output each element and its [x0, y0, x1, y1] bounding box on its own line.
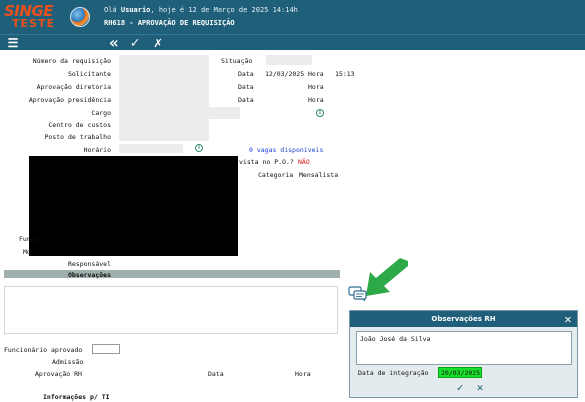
greeting-prefix: Olá — [104, 6, 117, 14]
observacoes-textarea[interactable] — [4, 286, 338, 334]
greeting: Olá Usuario, hoje é 12 de Março de 2025 … — [104, 6, 298, 14]
vagas-text: 0 vagas disponíveis — [249, 146, 324, 154]
categoria-label: Categoria — [258, 171, 294, 179]
app-logo: SINGE TESTE — [4, 2, 66, 32]
categoria-value: Mensalista — [299, 171, 339, 179]
app-header: SINGE TESTE Olá Usuario, hoje é 12 de Ma… — [0, 0, 585, 34]
green-arrow-icon — [366, 258, 408, 296]
redacted-values — [119, 55, 209, 141]
orb-icon — [70, 7, 90, 27]
observacoes-rh-textarea[interactable]: João José da Silva — [356, 331, 572, 365]
info-icon[interactable]: i — [316, 109, 324, 117]
observacoes-rh-dialog: Observações RH ✕ João José da Silva Data… — [349, 310, 578, 398]
aprov-diretoria-hora-label: Hora — [308, 83, 324, 91]
aprov-rh-data-label: Data — [208, 370, 224, 378]
aprov-presidencia-label: Aprovação presidência — [28, 96, 111, 104]
hora-value: 15:13 — [335, 70, 355, 78]
horario-value — [119, 144, 183, 153]
redacted-block — [29, 156, 238, 256]
confirm-button[interactable]: ✓ — [454, 382, 466, 394]
solicitante-label: Solicitante — [67, 70, 111, 78]
aprov-rh-hora-label: Hora — [295, 370, 311, 378]
aprov-diretoria-label: Aprovação diretoria — [36, 83, 111, 91]
data-value: 12/03/2025 — [265, 70, 305, 78]
aprov-diretoria-data-label: Data — [238, 83, 254, 91]
numero-label: Número da requisição — [32, 57, 111, 65]
situacao-value — [266, 55, 312, 65]
aprov-rh-label: Aprovação RH — [35, 370, 82, 378]
data-label: Data — [238, 70, 254, 78]
responsavel-label: Responsável — [67, 260, 111, 268]
info-ti-label: Informações p/ TI — [43, 393, 110, 401]
aprov-presidencia-data-label: Data — [238, 96, 254, 104]
data-integracao-field[interactable]: 20/03/2025 — [438, 367, 482, 378]
confirm-icon[interactable]: ✓ — [126, 35, 144, 51]
posto-label: Posto de trabalho — [44, 133, 111, 141]
logo-text-bottom: TESTE — [12, 17, 55, 30]
greeting-date: , hoje é 12 de Março de 2025 14:14h — [150, 6, 298, 14]
data-integracao-label: Data de integração — [358, 369, 429, 377]
motivo-partial-label: Mo — [23, 248, 31, 256]
funcionario-partial-label: Funci — [19, 235, 39, 243]
chat-icon[interactable] — [348, 286, 368, 302]
horario-label: Horário — [83, 146, 111, 154]
observacoes-label: Observações — [67, 271, 111, 279]
func-aprovado-label: Funcionário aprovado — [4, 346, 83, 354]
aprov-presidencia-hora-label: Hora — [308, 96, 324, 104]
situacao-label: Situação — [221, 57, 253, 65]
dialog-title: Observações RH — [431, 315, 496, 323]
admissao-label: Admissão — [52, 358, 84, 366]
func-aprovado-input[interactable] — [92, 344, 120, 354]
dialog-header: Observações RH ✕ — [350, 311, 577, 327]
user-name: Usuario — [120, 6, 151, 14]
hora-label: Hora — [308, 70, 324, 78]
cargo-value — [209, 107, 240, 119]
toolbar: ☰ « ✓ ✗ — [0, 34, 585, 51]
cancel-icon[interactable]: ✗ — [148, 35, 168, 51]
cargo-label: Cargo — [91, 109, 111, 117]
menu-icon[interactable]: ☰ — [4, 35, 22, 51]
close-icon[interactable]: ✕ — [560, 311, 576, 327]
prevista-label: vista no P.O.? — [239, 158, 294, 166]
back-icon[interactable]: « — [106, 35, 122, 51]
centro-custos-label: Centro de custos — [48, 121, 111, 129]
horario-info-icon[interactable]: i — [195, 144, 203, 152]
cancel-button[interactable]: ✕ — [474, 382, 486, 394]
prevista-value: NÃO — [298, 158, 310, 166]
screen-title: RH618 - APROVAÇÃO DE REQUISIÇÃO — [104, 19, 235, 27]
